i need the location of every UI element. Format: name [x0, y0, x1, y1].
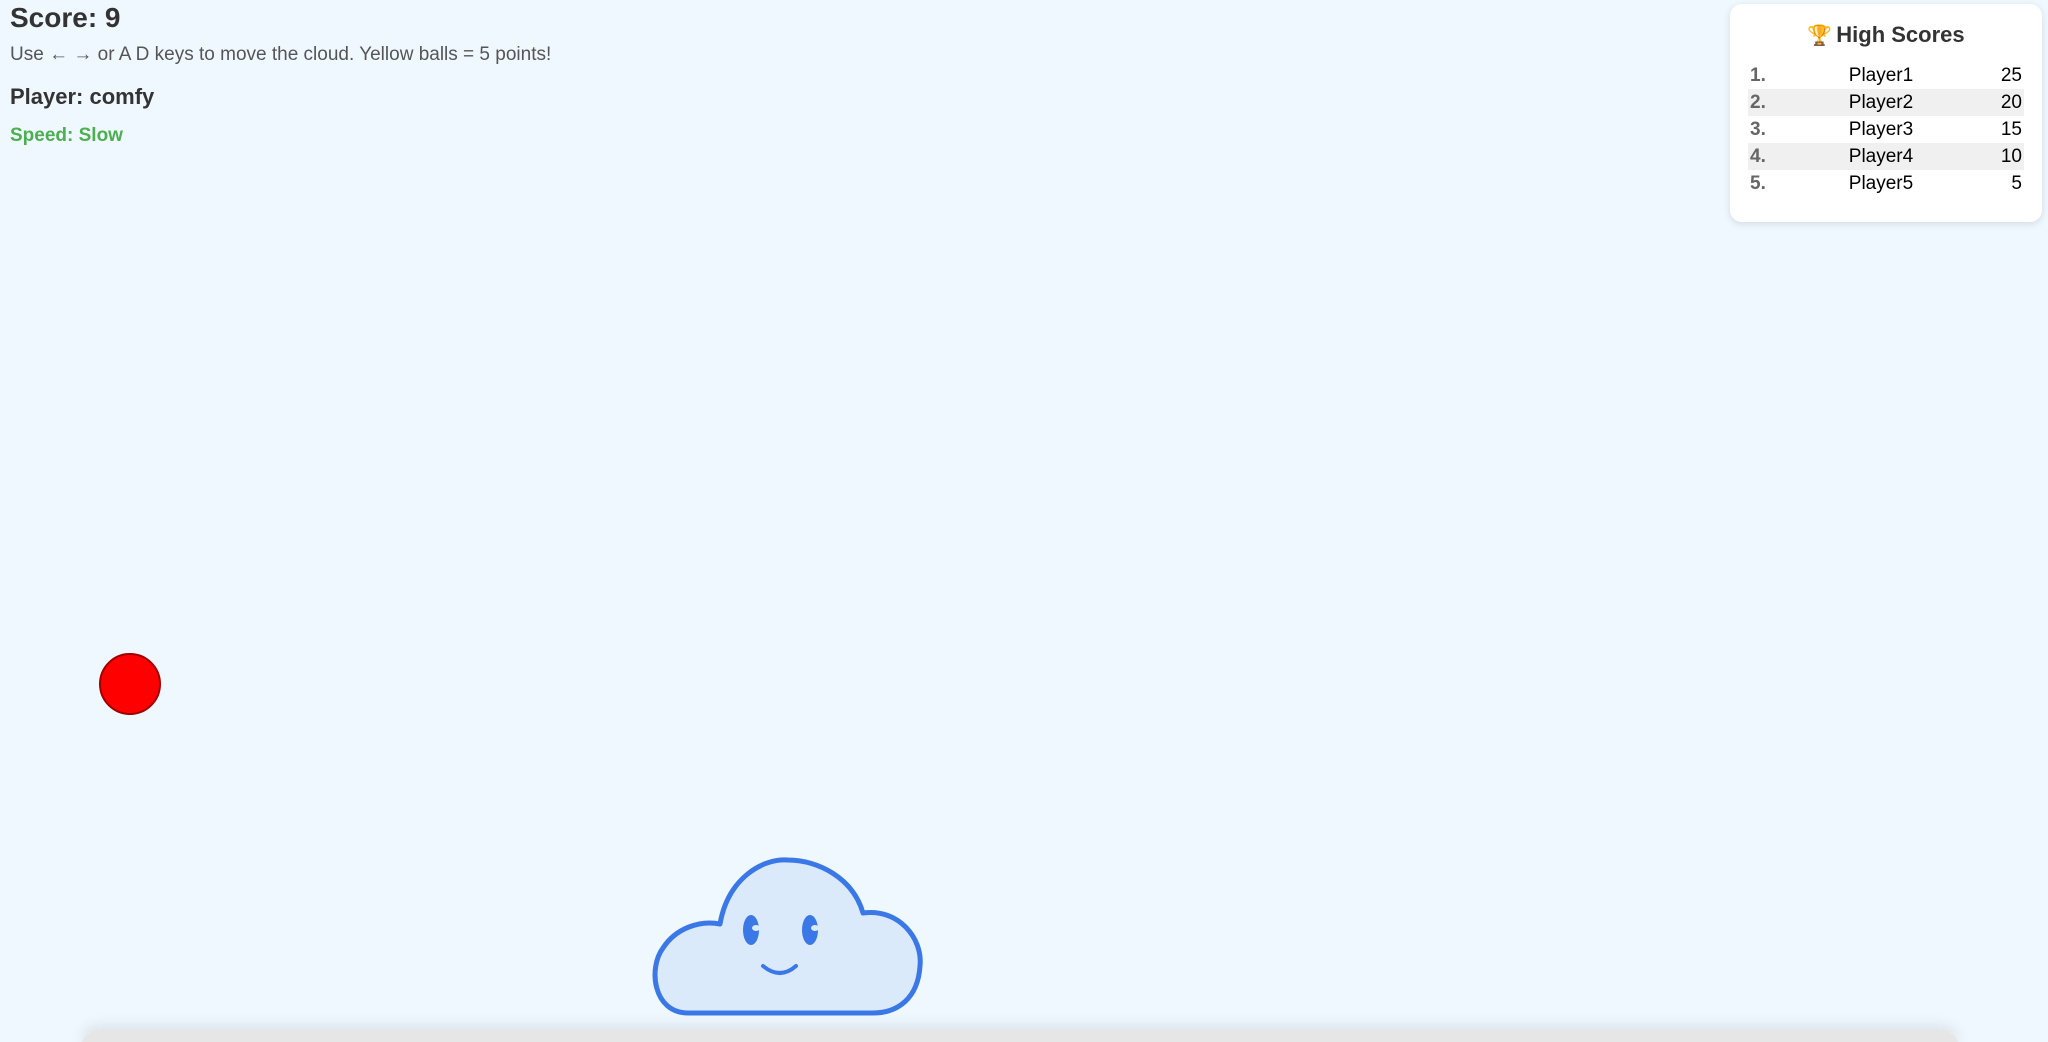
trophy-icon: 🏆 [1807, 25, 1833, 47]
rank-label: 1. [1750, 64, 1766, 86]
cloud-left-eye-highlight [752, 925, 760, 931]
falling-red-ball [99, 653, 161, 715]
speed-indicator: Speed: Slow [10, 125, 123, 146]
score-display: Score: 9 [10, 2, 121, 33]
rank-label: 4. [1750, 145, 1766, 167]
rank-label: 2. [1750, 91, 1766, 113]
player-name: Player: comfy [10, 84, 155, 109]
player-cloud[interactable] [648, 848, 923, 1018]
player-name-cell: Player1 [1848, 64, 1914, 86]
rank-label: 5. [1750, 172, 1766, 194]
high-score-row: 3. Player3 15 [1748, 116, 2024, 143]
high-score-row: 4. Player4 10 [1748, 143, 2024, 170]
score-cell: 25 [2000, 64, 2022, 86]
score-cell: 5 [2011, 172, 2022, 194]
instructions-text: Use ← → or A D keys to move the cloud. Y… [10, 44, 552, 65]
high-score-row: 1. Player1 25 [1748, 62, 2024, 89]
player-name-cell: Player4 [1848, 145, 1914, 167]
player-name-cell: Player5 [1848, 172, 1914, 194]
ground [80, 1030, 1960, 1042]
high-scores-title: 🏆 High Scores [1807, 22, 1965, 47]
score-cell: 15 [2000, 118, 2022, 140]
player-name-cell: Player2 [1848, 91, 1914, 113]
rank-label: 3. [1750, 118, 1766, 140]
game-area[interactable]: Score: 9 Use ← → or A D keys to move the… [0, 0, 2048, 1042]
score-cell: 20 [2000, 91, 2022, 113]
high-score-row: 2. Player2 20 [1748, 89, 2024, 116]
high-scores-panel: 🏆 High Scores 1. Player1 25 2. Player2 20… [1730, 4, 2042, 222]
high-score-row: 5. Player5 5 [1748, 170, 2024, 197]
score-cell: 10 [2000, 145, 2022, 167]
cloud-right-eye-highlight [811, 925, 819, 931]
cloud-body [652, 857, 923, 1016]
player-name-cell: Player3 [1848, 118, 1914, 140]
